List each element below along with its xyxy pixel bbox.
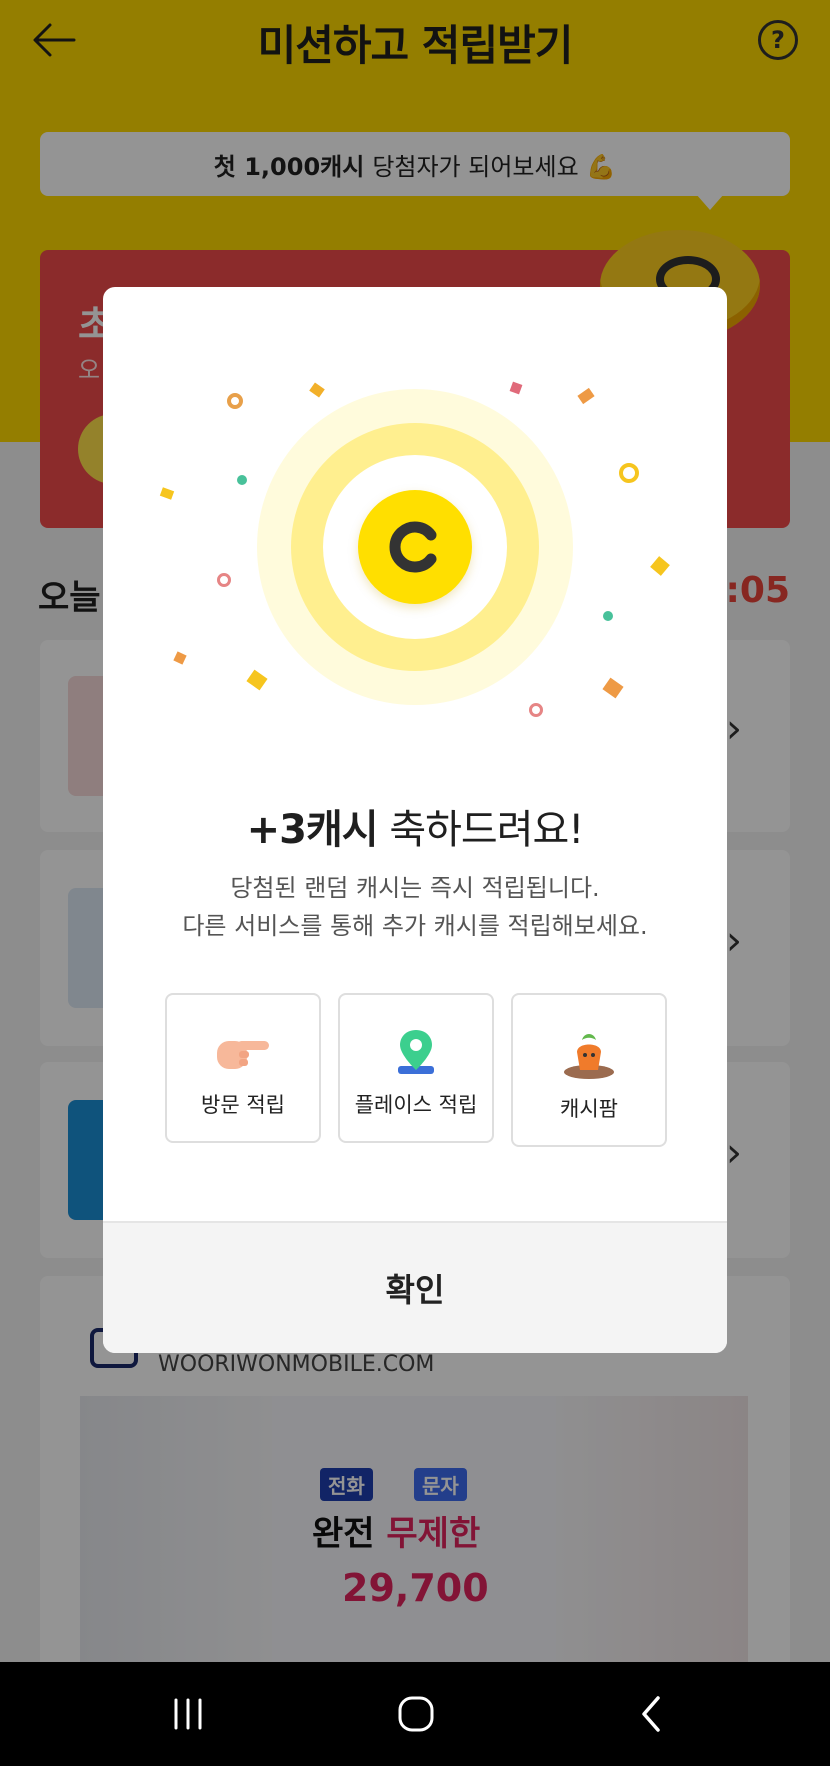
confetti-piece (246, 669, 268, 691)
modal-title: +3캐시 축하드려요! (246, 807, 585, 853)
confirm-button[interactable]: 확인 (386, 1265, 445, 1311)
recent-apps-button[interactable] (148, 1684, 228, 1744)
confetti-ring (227, 393, 243, 409)
confetti-ring (619, 463, 639, 483)
confetti-piece (159, 487, 175, 500)
home-button[interactable] (376, 1684, 456, 1744)
system-back-button[interactable] (612, 1684, 692, 1744)
letter-c-icon (389, 521, 437, 573)
modal-description: 당첨된 랜덤 캐시는 즉시 적립됩니다. 다른 서비스를 통해 추가 캐시를 적… (103, 869, 727, 945)
confetti-piece (602, 677, 624, 699)
coin-glow (257, 389, 573, 705)
home-icon (398, 1696, 434, 1732)
map-pin-icon (388, 1025, 444, 1081)
confetti-dot (603, 611, 613, 621)
confetti-piece (509, 381, 523, 395)
description-line: 다른 서비스를 통해 추가 캐시를 적립해보세요. (182, 912, 648, 940)
cash-coin-icon (358, 490, 472, 604)
system-nav-bar (0, 1662, 830, 1766)
confetti-ring (217, 573, 231, 587)
confetti-piece (173, 651, 187, 665)
modal-footer: 확인 (103, 1221, 727, 1353)
confetti-piece (577, 387, 595, 405)
option-label: 플레이스 적립 (354, 1093, 478, 1117)
option-cash-farm[interactable]: 캐시팜 (511, 993, 667, 1147)
option-label: 캐시팜 (560, 1097, 618, 1121)
option-visit-reward[interactable]: 방문 적립 (165, 993, 321, 1143)
carrot-icon (561, 1025, 617, 1081)
coin-glow-ring (291, 423, 539, 671)
chevron-left-icon (642, 1696, 660, 1732)
description-line: 당첨된 랜덤 캐시는 즉시 적립됩니다. (230, 874, 600, 902)
option-label: 방문 적립 (201, 1093, 285, 1117)
confetti-dot (237, 475, 247, 485)
recent-apps-icon (174, 1698, 202, 1730)
confetti-piece (309, 382, 325, 398)
confetti-piece (650, 556, 670, 576)
confetti-ring (529, 703, 543, 717)
coin-glow-inner (323, 455, 507, 639)
reward-modal: +3캐시 축하드려요! 당첨된 랜덤 캐시는 즉시 적립됩니다. 다른 서비스를… (103, 287, 727, 1353)
option-place-reward[interactable]: 플레이스 적립 (338, 993, 494, 1143)
pointing-hand-icon (215, 1025, 271, 1081)
